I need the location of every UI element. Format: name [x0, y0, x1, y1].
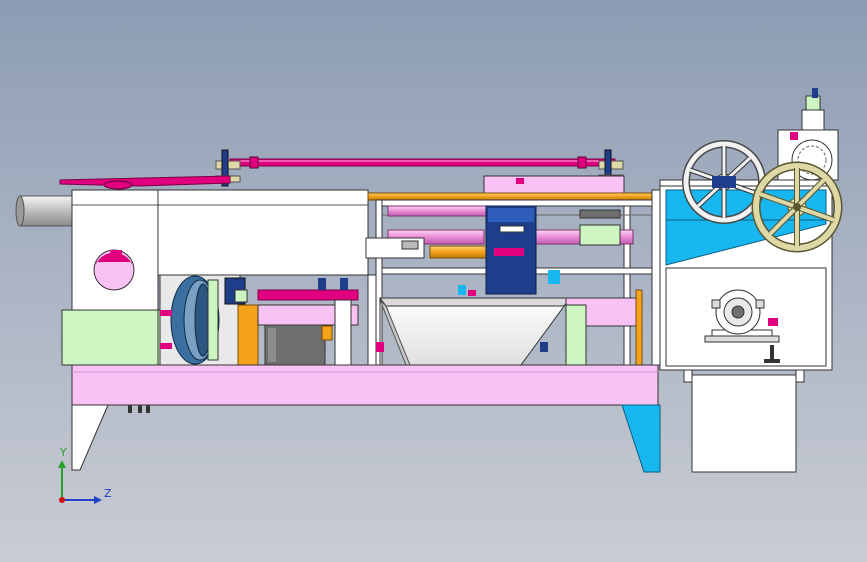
right-cabinet: [659, 179, 833, 473]
drive-wheel: [159, 274, 248, 366]
cad-viewport[interactable]: Y Z: [0, 0, 867, 562]
inner-mechanism: [237, 274, 377, 366]
axis-origin: [59, 497, 65, 503]
z-axis-label: Z: [104, 487, 112, 500]
machine-assembly-drawing[interactable]: Y Z: [0, 0, 867, 562]
machine-base: [71, 364, 661, 473]
y-axis-label: Y: [59, 446, 67, 459]
z-axis-arrow: [94, 496, 102, 504]
y-axis-arrow: [58, 460, 66, 468]
